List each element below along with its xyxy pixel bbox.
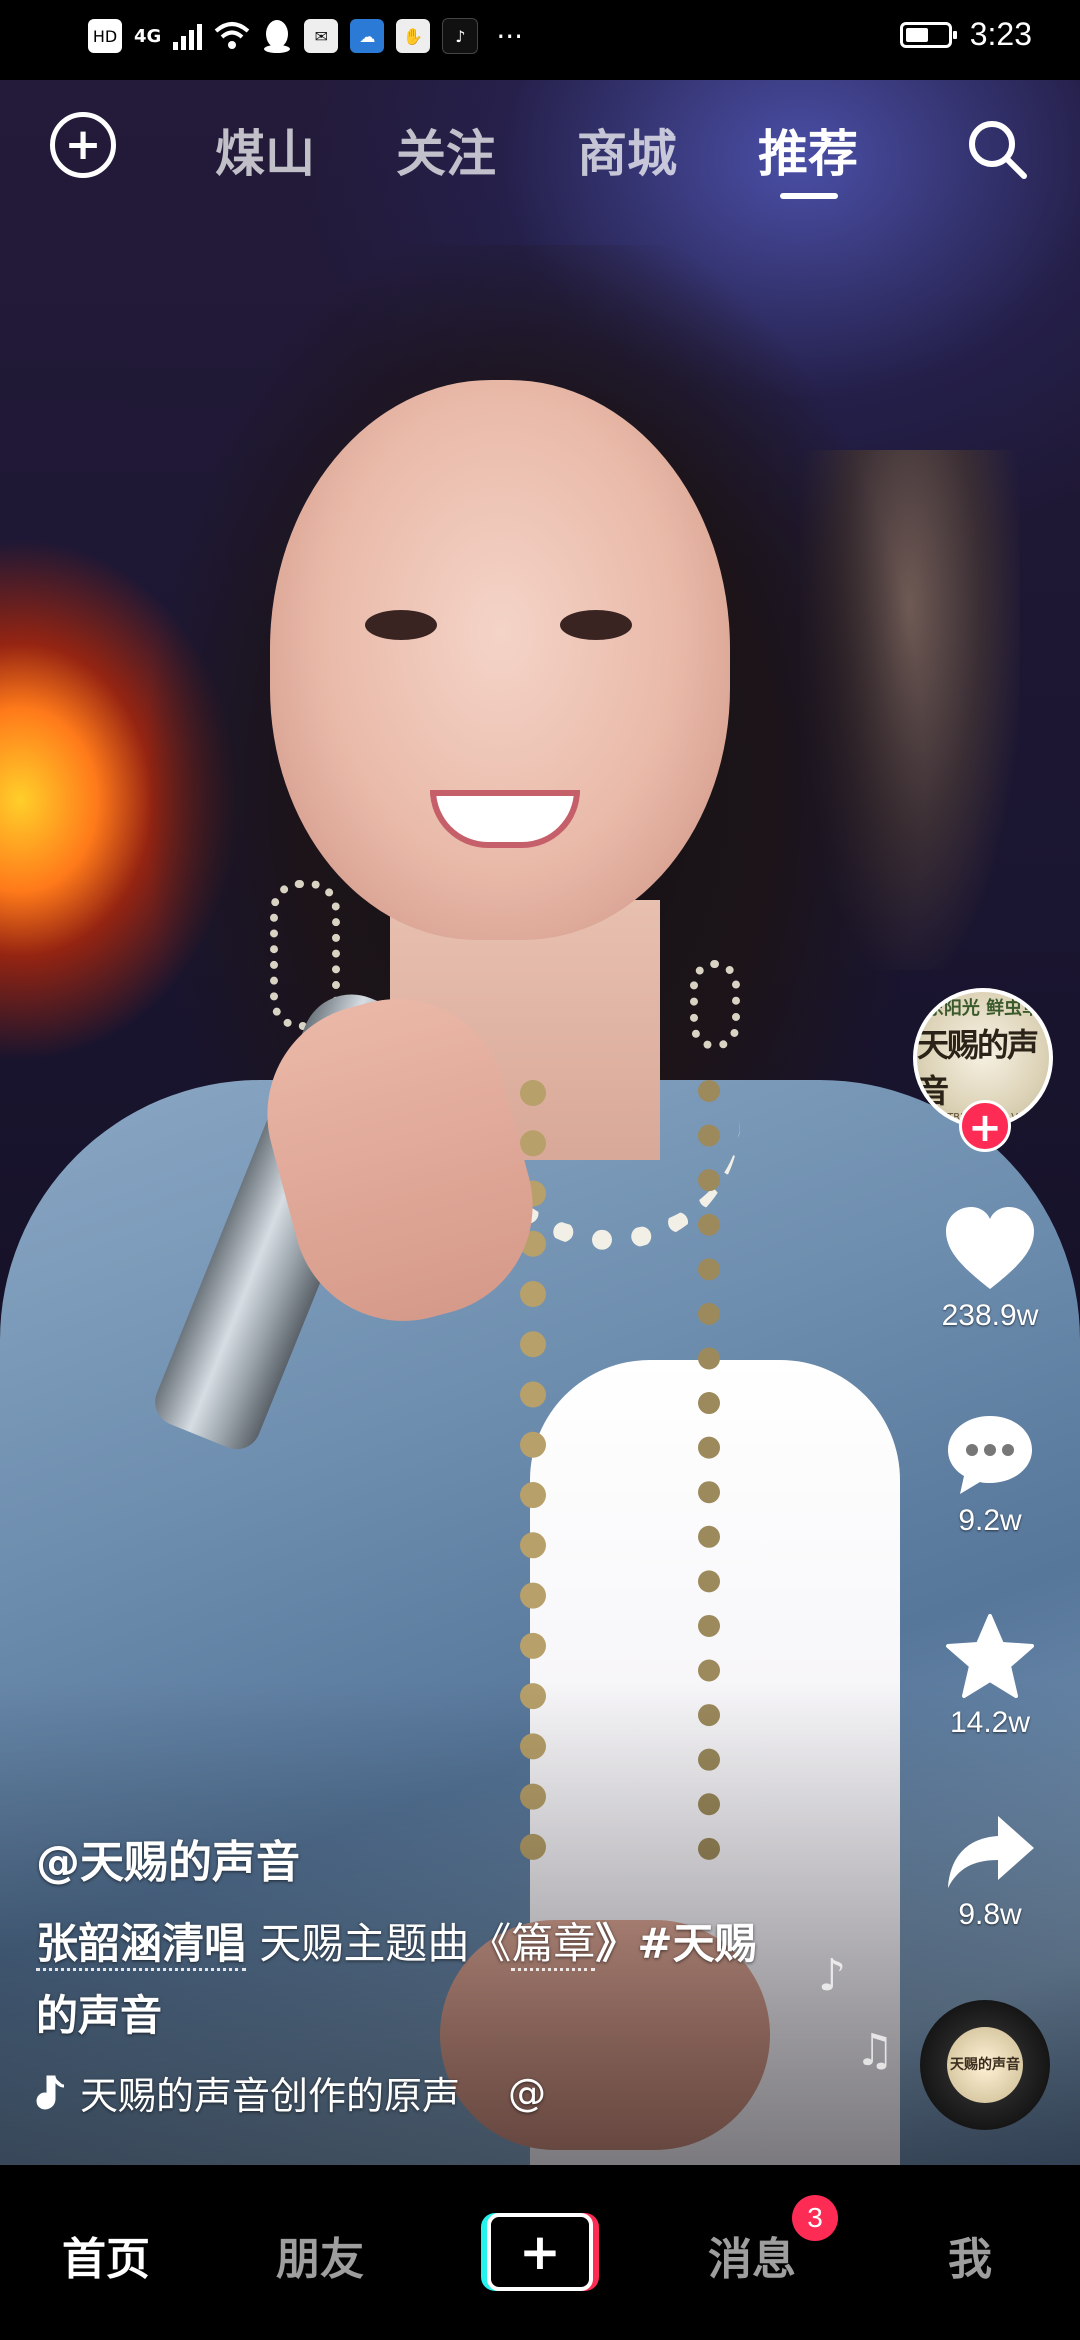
tab-following[interactable]: 关注 bbox=[396, 114, 496, 186]
singer-face bbox=[270, 380, 730, 940]
music-info[interactable]: 天赐的声音创作的原声 @ bbox=[36, 2065, 546, 2120]
music-title: 天赐的声音创作的原声 bbox=[80, 2074, 461, 2118]
right-eye bbox=[560, 610, 632, 640]
nav-friends[interactable]: 朋友 bbox=[276, 2223, 364, 2287]
plus-icon: + bbox=[487, 2213, 593, 2291]
share-button[interactable]: 9.8w bbox=[920, 1810, 1060, 1932]
comment-button[interactable]: 9.2w bbox=[920, 1410, 1060, 1538]
network-label: 4G bbox=[134, 25, 162, 47]
nav-me[interactable]: 我 bbox=[948, 2223, 992, 2287]
hd-icon: HD bbox=[88, 19, 122, 53]
tab-meishan[interactable]: 煤山 bbox=[215, 114, 315, 186]
status-icons-right: 3:23 bbox=[899, 16, 1032, 53]
tiktok-icon: ♪ bbox=[442, 18, 479, 54]
left-eye bbox=[365, 610, 437, 640]
status-bar: HD 4G ✉ ☁ ✋ ♪ ··· 3:23 bbox=[0, 0, 1080, 80]
disc-cover: 天赐的声音 bbox=[947, 2027, 1023, 2103]
weather-icon: ☁ bbox=[350, 19, 385, 53]
caption-song-link[interactable]: 篇章 bbox=[511, 1919, 596, 1971]
like-count: 238.9w bbox=[941, 1299, 1039, 1332]
signal-icon bbox=[173, 22, 203, 50]
follow-button[interactable]: + bbox=[959, 1100, 1011, 1152]
music-disc[interactable]: 天赐的声音 bbox=[920, 2000, 1050, 2130]
search-icon[interactable] bbox=[964, 116, 1030, 182]
wifi-icon bbox=[214, 22, 250, 49]
tab-mall[interactable]: 商城 bbox=[577, 114, 677, 186]
author-handle[interactable]: @天赐的声音 bbox=[36, 1826, 300, 1890]
battery-level bbox=[905, 27, 928, 42]
share-icon bbox=[948, 1816, 1034, 1888]
caption-text: 天赐主题曲《 bbox=[246, 1919, 512, 1968]
top-nav: + 煤山 关注 商城 推荐 bbox=[0, 100, 1080, 200]
tiktok-note-icon bbox=[36, 2075, 65, 2110]
clock: 3:23 bbox=[969, 16, 1032, 52]
video-caption[interactable]: 张韶涵清唱 天赐主题曲《篇章》#天赐的声音 bbox=[36, 1908, 776, 2052]
favorite-button[interactable]: 14.2w bbox=[920, 1612, 1060, 1740]
more-icon: ··· bbox=[496, 19, 524, 53]
message-app-icon: ✉ bbox=[304, 19, 339, 53]
tab-recommended[interactable]: 推荐 bbox=[758, 114, 858, 186]
comment-icon bbox=[948, 1416, 1032, 1494]
bottom-nav: 首页 朋友 + 消息 3 我 bbox=[0, 2165, 1080, 2340]
nav-messages[interactable]: 消息 bbox=[708, 2223, 796, 2287]
like-button[interactable]: 238.9w bbox=[920, 1205, 1060, 1333]
right-earring bbox=[690, 960, 740, 1050]
status-icons-left: HD 4G ✉ ☁ ✋ ♪ ··· bbox=[88, 18, 523, 54]
add-circle-icon[interactable]: + bbox=[50, 112, 116, 178]
active-tab-indicator bbox=[780, 193, 838, 199]
star-icon bbox=[946, 1614, 1034, 1698]
music-note-icon: ♪ bbox=[818, 1950, 847, 2001]
favorite-count: 14.2w bbox=[949, 1706, 1031, 1739]
comment-count: 9.2w bbox=[958, 1504, 1022, 1537]
hand-icon: ✋ bbox=[396, 19, 431, 53]
battery-icon bbox=[899, 21, 957, 48]
messages-badge: 3 bbox=[792, 2195, 838, 2241]
music-note-icon-2: ♫ bbox=[855, 2025, 895, 2076]
smile bbox=[430, 790, 580, 848]
qq-icon bbox=[264, 20, 291, 53]
nav-home[interactable]: 首页 bbox=[62, 2223, 150, 2287]
share-count: 9.8w bbox=[958, 1898, 1022, 1931]
create-button[interactable]: + bbox=[481, 2213, 599, 2291]
avatar-title-text: 天赐的声音 bbox=[917, 1025, 1039, 1110]
caption-topic-link[interactable]: 张韶涵清唱 bbox=[36, 1919, 247, 1971]
music-at: @ bbox=[508, 2070, 547, 2115]
heart-icon bbox=[946, 1207, 1034, 1289]
